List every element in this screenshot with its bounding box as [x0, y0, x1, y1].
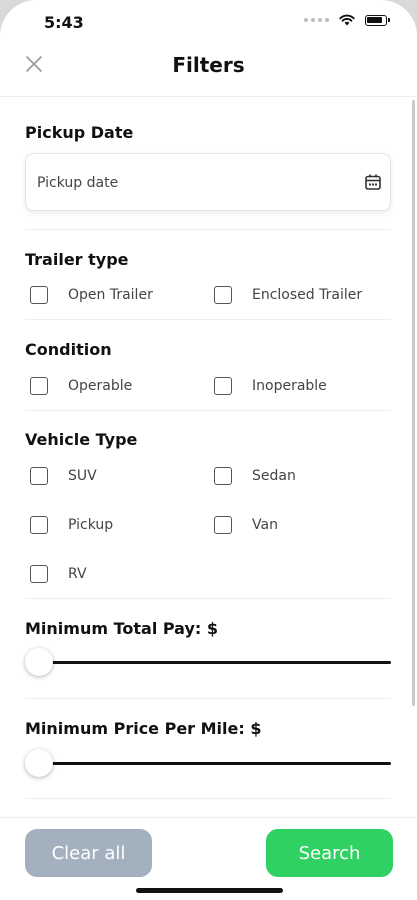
trailer-open-checkbox[interactable] — [30, 286, 48, 304]
status-time: 5:43 — [44, 13, 84, 32]
vehicle-sedan-option[interactable]: Sedan — [214, 467, 296, 485]
divider — [25, 598, 391, 599]
clear-all-button[interactable]: Clear all — [25, 829, 152, 877]
vehicle-type-title: Vehicle Type — [25, 430, 138, 449]
trailer-enclosed-label: Enclosed Trailer — [252, 287, 363, 303]
condition-title: Condition — [25, 340, 112, 359]
search-button[interactable]: Search — [266, 829, 393, 877]
filters-sheet: 5:43 Filters Pickup Date Pickup date Tra… — [0, 0, 417, 900]
vehicle-suv-option[interactable]: SUV — [30, 467, 97, 485]
vehicle-pickup-label: Pickup — [68, 517, 114, 533]
min-total-pay-title: Minimum Total Pay: $ — [25, 619, 218, 638]
slider-track — [35, 661, 391, 664]
status-icons — [304, 14, 390, 26]
trailer-enclosed-checkbox[interactable] — [214, 286, 232, 304]
vehicle-suv-label: SUV — [68, 468, 97, 484]
condition-inoperable-checkbox[interactable] — [214, 377, 232, 395]
vehicle-sedan-checkbox[interactable] — [214, 467, 232, 485]
divider — [25, 410, 391, 411]
trailer-open-label: Open Trailer — [68, 287, 153, 303]
cellular-signal-icon — [304, 18, 329, 22]
slider-thumb[interactable] — [25, 749, 53, 777]
status-bar: 5:43 — [0, 0, 417, 44]
wifi-icon — [339, 14, 355, 26]
divider — [25, 698, 391, 699]
vehicle-rv-checkbox[interactable] — [30, 565, 48, 583]
slider-thumb[interactable] — [25, 648, 53, 676]
condition-inoperable-label: Inoperable — [252, 378, 327, 394]
vehicle-van-checkbox[interactable] — [214, 516, 232, 534]
page-title: Filters — [172, 53, 245, 77]
vehicle-van-option[interactable]: Van — [214, 516, 278, 534]
vehicle-rv-label: RV — [68, 566, 87, 582]
battery-icon — [365, 14, 390, 26]
trailer-type-title: Trailer type — [25, 250, 129, 269]
header: Filters — [0, 44, 417, 97]
scrollbar[interactable] — [412, 100, 415, 706]
min-price-per-mile-slider[interactable] — [25, 748, 391, 778]
divider — [25, 798, 391, 799]
condition-operable-label: Operable — [68, 378, 133, 394]
pickup-date-title: Pickup Date — [25, 123, 134, 142]
slider-track — [35, 762, 391, 765]
pickup-date-placeholder: Pickup date — [37, 175, 119, 191]
vehicle-van-label: Van — [252, 517, 278, 533]
min-total-pay-slider[interactable] — [25, 647, 391, 677]
min-price-per-mile-title: Minimum Price Per Mile: $ — [25, 719, 262, 738]
vehicle-pickup-option[interactable]: Pickup — [30, 516, 113, 534]
divider — [25, 229, 391, 230]
trailer-enclosed-option[interactable]: Enclosed Trailer — [214, 286, 362, 304]
vehicle-pickup-checkbox[interactable] — [30, 516, 48, 534]
divider — [25, 319, 391, 320]
calendar-icon — [365, 174, 381, 190]
condition-inoperable-option[interactable]: Inoperable — [214, 377, 327, 395]
vehicle-suv-checkbox[interactable] — [30, 467, 48, 485]
vehicle-sedan-label: Sedan — [252, 468, 296, 484]
condition-operable-checkbox[interactable] — [30, 377, 48, 395]
pickup-date-field[interactable]: Pickup date — [25, 153, 391, 211]
home-indicator — [136, 888, 283, 893]
condition-operable-option[interactable]: Operable — [30, 377, 132, 395]
trailer-open-option[interactable]: Open Trailer — [30, 286, 153, 304]
vehicle-rv-option[interactable]: RV — [30, 565, 87, 583]
footer: Clear all Search — [0, 817, 417, 900]
